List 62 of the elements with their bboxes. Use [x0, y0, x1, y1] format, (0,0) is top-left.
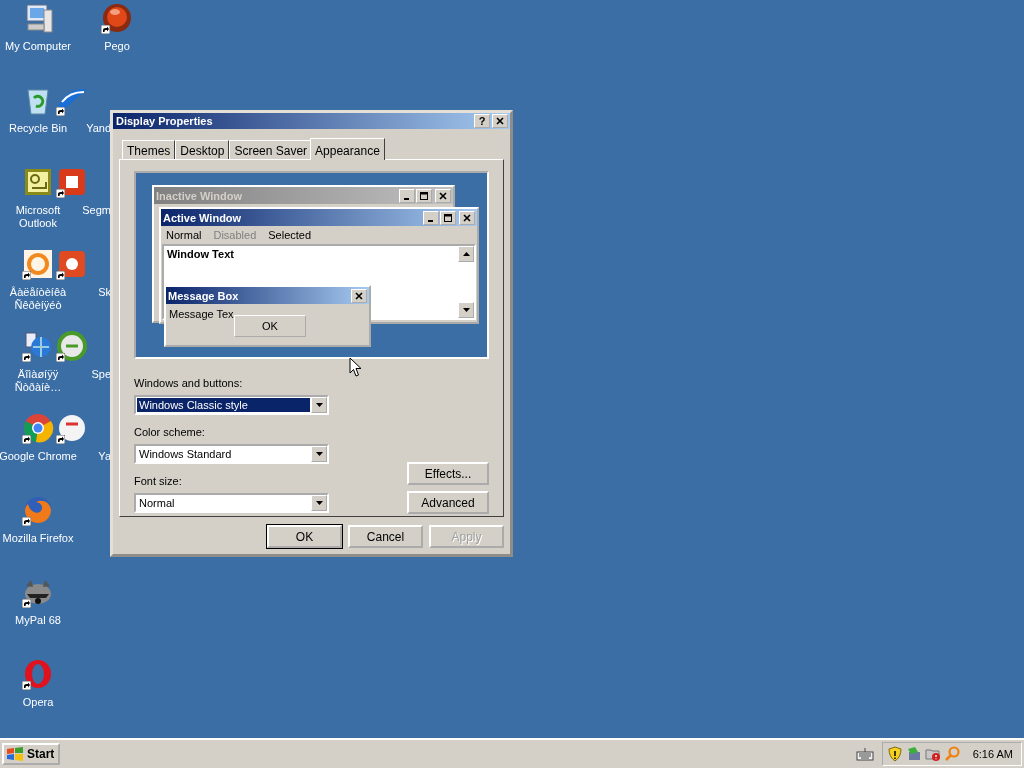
tab[interactable]: Themes — [122, 140, 176, 159]
minus-circle-icon[interactable] — [56, 330, 88, 362]
desktop-icon-label[interactable]: Mozilla Firefox — [2, 532, 74, 545]
opera-icon[interactable] — [22, 658, 54, 690]
window-title: Inactive Window — [156, 189, 244, 202]
minimize-icon — [399, 188, 415, 203]
ball-icon[interactable] — [101, 2, 133, 34]
close-icon — [435, 188, 451, 203]
start-button[interactable]: Start — [2, 743, 61, 765]
dialog-button[interactable]: Effects... — [407, 462, 489, 485]
window-title: Active Window — [163, 211, 243, 224]
minimize-icon — [423, 210, 439, 225]
shield-icon[interactable] — [886, 746, 903, 762]
desktop-icon-label[interactable]: Microsoft Outlook — [0, 204, 78, 230]
dialog-button[interactable]: Cancel — [348, 525, 423, 548]
desktop-icon-label[interactable]: Äîìàøíÿÿ Ñòðàíè… — [0, 368, 78, 394]
dropdown[interactable]: Normal — [134, 493, 329, 513]
ok-button[interactable]: OK — [234, 315, 306, 337]
desktop-icon-label[interactable]: Recycle Bin — [8, 122, 68, 135]
message-text: Message Tex — [168, 307, 235, 320]
maximize-icon — [440, 210, 456, 225]
maximize-icon — [416, 188, 432, 203]
desktop-icon-label[interactable]: MyPal 68 — [15, 614, 61, 627]
tab[interactable]: Desktop — [175, 140, 230, 159]
field-label: Color scheme: — [134, 426, 206, 440]
disc-icon[interactable] — [56, 412, 88, 444]
desktop-icon-label[interactable]: Âàëåíòèíêà Ñêðèíÿéò — [0, 286, 78, 312]
firefox-icon[interactable] — [22, 494, 54, 526]
dropdown[interactable]: Windows Classic style — [134, 395, 329, 415]
close-icon — [459, 210, 475, 225]
desktop-icon-label[interactable]: Sk — [98, 286, 111, 299]
desktop-icon-label[interactable]: Pego — [104, 40, 130, 53]
close-icon — [351, 288, 367, 303]
folder-alert-icon[interactable] — [924, 746, 941, 762]
field-label: Font size: — [134, 475, 183, 489]
desktop-icon-label[interactable]: My Computer — [5, 40, 71, 53]
desktop-icon-label[interactable]: Segm — [82, 204, 111, 217]
app-tile-icon[interactable] — [56, 248, 88, 280]
desktop-icon-label[interactable]: Yand — [86, 122, 111, 135]
window-title: Message Box — [168, 289, 240, 302]
close-icon — [496, 117, 504, 125]
dialog-button[interactable]: OK — [267, 525, 342, 548]
mail-icon[interactable] — [22, 166, 54, 198]
desktop-icon-label[interactable]: Ya — [98, 450, 111, 463]
ring-icon[interactable] — [22, 248, 54, 280]
clock[interactable]: 6:16 AM — [972, 748, 1013, 760]
app-tile-icon[interactable] — [56, 166, 88, 198]
tab[interactable]: Screen Saver — [229, 140, 313, 159]
field-label: Windows and buttons: — [134, 377, 244, 391]
desktop-icon-label[interactable]: Google Chrome — [0, 450, 77, 463]
desktop-icon-label[interactable]: Spe — [91, 368, 111, 381]
keyboard-icon[interactable] — [855, 747, 874, 761]
window-title: Display Properties — [116, 115, 214, 127]
close-button[interactable] — [492, 114, 508, 128]
desktop-icon-label[interactable]: Opera — [22, 696, 54, 709]
chrome-icon[interactable] — [22, 412, 54, 444]
windows-logo-icon — [6, 746, 24, 762]
tab[interactable]: Appearance — [310, 138, 385, 160]
window-text: Window Text — [167, 248, 234, 260]
dialog-button[interactable]: Advanced — [407, 491, 489, 514]
help-button[interactable]: ? — [474, 114, 490, 128]
dropdown[interactable]: Windows Standard — [134, 444, 329, 464]
